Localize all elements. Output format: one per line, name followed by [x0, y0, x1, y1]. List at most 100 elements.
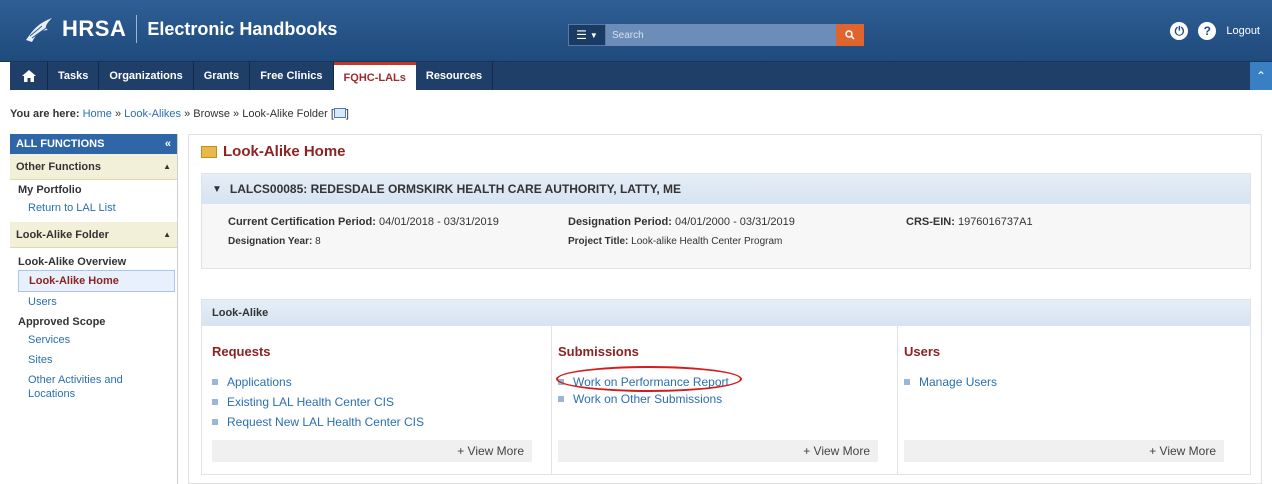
caret-up-icon: ▲ [163, 162, 171, 171]
cert-period: Current Certification Period: 04/01/2018… [228, 216, 499, 228]
list-item[interactable]: Manage Users [904, 372, 997, 392]
list-item[interactable]: Existing LAL Health Center CIS [212, 392, 424, 412]
cert-period-label: Current Certification Period: [228, 216, 376, 228]
crs-ein: CRS-EIN: 1976016737A1 [906, 216, 1033, 228]
requests-column: Requests Applications Existing LAL Healt… [202, 326, 552, 474]
requests-title: Requests [212, 344, 271, 359]
nav-free-clinics[interactable]: Free Clinics [250, 62, 334, 90]
breadcrumb-home[interactable]: Home [83, 108, 112, 120]
link-request-new-cis[interactable]: Request New LAL Health Center CIS [227, 415, 424, 429]
breadcrumb-lookalikes[interactable]: Look-Alikes [124, 108, 181, 120]
folder-icon [201, 145, 217, 158]
designation-period-label: Designation Period: [568, 216, 672, 228]
designation-year-value: 8 [315, 236, 321, 247]
nav-tasks[interactable]: Tasks [48, 62, 100, 90]
nav-grants[interactable]: Grants [194, 62, 251, 90]
sidebar-section-other-functions[interactable]: Other Functions ▲ [10, 154, 177, 180]
lookalike-panel-header: Look-Alike [202, 300, 1250, 326]
requests-view-more-button[interactable]: + View More [212, 440, 532, 462]
organization-panel: ▼ LALCS00085: REDESDALE ORMSKIRK HEALTH … [201, 173, 1251, 269]
sidebar-item-other-activities[interactable]: Other Activities and Locations [10, 370, 177, 404]
nav-fqhc-lals[interactable]: FQHC-LALs [333, 62, 416, 90]
breadcrumb-folder: Look-Alike Folder [242, 108, 328, 120]
bullet-icon [212, 379, 218, 385]
logout-link[interactable]: Logout [1226, 25, 1260, 37]
sidebar-section-lal-folder[interactable]: Look-Alike Folder ▲ [10, 222, 177, 248]
sidebar-item-return-to-lal-list[interactable]: Return to LAL List [10, 198, 177, 218]
organization-title: LALCS00085: REDESDALE ORMSKIRK HEALTH CA… [229, 182, 682, 196]
sidebar-group-my-portfolio: My Portfolio [18, 184, 82, 196]
page-title: Look-Alike Home [201, 143, 346, 160]
sidebar-item-sites[interactable]: Sites [10, 350, 177, 370]
help-icon[interactable]: ? [1198, 22, 1217, 40]
breadcrumb-browse: Browse [193, 108, 230, 120]
project-title: Project Title: Look-alike Health Center … [568, 236, 782, 247]
main-content: Look-Alike Home ▼ LALCS00085: REDESDALE … [188, 134, 1262, 484]
triangle-down-icon: ▼ [212, 183, 222, 195]
sidebar-item-lookalike-home[interactable]: Look-Alike Home [18, 270, 175, 292]
highlight-annotation [556, 366, 742, 392]
bullet-icon [904, 379, 910, 385]
app-title: Electronic Handbooks [147, 18, 338, 39]
nav-resources[interactable]: Resources [416, 62, 494, 90]
breadcrumb: You are here: Home » Look-Alikes » Brows… [10, 108, 349, 120]
users-column: Users Manage Users + View More [894, 326, 1244, 474]
project-title-label: Project Title: [568, 236, 629, 247]
requests-list: Applications Existing LAL Health Center … [212, 372, 424, 432]
submissions-view-more-button[interactable]: + View More [558, 440, 878, 462]
crs-ein-value: 1976016737A1 [957, 216, 1033, 228]
collapse-left-icon[interactable]: « [165, 138, 171, 150]
sidebar-item-users[interactable]: Users [10, 292, 177, 312]
top-header: HRSA Electronic Handbooks ☰ ▼ ⏻ ? Logout [0, 0, 1272, 62]
nav-collapse-button[interactable]: ⌃ [1250, 62, 1272, 90]
hamburger-icon: ☰ [576, 28, 587, 42]
home-icon [21, 70, 36, 82]
submissions-column: Submissions Work on Performance Report W… [548, 326, 898, 474]
eagle-logo-icon [26, 18, 52, 42]
link-applications[interactable]: Applications [227, 375, 292, 389]
list-item[interactable]: Applications [212, 372, 424, 392]
sidebar-group-overview: Look-Alike Overview [18, 256, 127, 268]
designation-year: Designation Year: 8 [228, 236, 321, 247]
sidebar-section-label: Other Functions [16, 160, 101, 173]
users-view-more-button[interactable]: + View More [904, 440, 1224, 462]
list-item[interactable]: Work on Other Submissions [558, 392, 729, 406]
organization-panel-header[interactable]: ▼ LALCS00085: REDESDALE ORMSKIRK HEALTH … [202, 174, 1250, 204]
lookalike-panel: Look-Alike Requests Applications Existin… [201, 299, 1251, 475]
link-existing-cis[interactable]: Existing LAL Health Center CIS [227, 395, 394, 409]
cert-period-value: 04/01/2018 - 03/31/2019 [378, 216, 499, 228]
project-title-value: Look-alike Health Center Program [631, 236, 783, 247]
users-list: Manage Users [904, 372, 997, 392]
crs-ein-label: CRS-EIN: [906, 216, 955, 228]
designation-period: Designation Period: 04/01/2000 - 03/31/2… [568, 216, 795, 228]
search-input[interactable] [606, 24, 836, 46]
link-manage-users[interactable]: Manage Users [919, 375, 997, 389]
designation-period-value: 04/01/2000 - 03/31/2019 [674, 216, 795, 228]
hrsa-logo[interactable]: HRSA Electronic Handbooks [22, 12, 337, 46]
folder-details-icon[interactable] [333, 108, 346, 118]
sidebar-section-label: Look-Alike Folder [16, 228, 109, 241]
chevron-up-icon: ⌃ [1255, 69, 1267, 83]
nav-home-button[interactable] [10, 62, 48, 90]
users-title: Users [904, 344, 941, 359]
sidebar-item-services[interactable]: Services [10, 330, 177, 350]
sidebar-group-approved-scope: Approved Scope [18, 316, 106, 328]
list-item[interactable]: Request New LAL Health Center CIS [212, 412, 424, 432]
submissions-title: Submissions [558, 344, 639, 359]
search-icon [845, 30, 855, 40]
main-nav: Tasks Organizations Grants Free Clinics … [10, 62, 1272, 90]
breadcrumb-prefix: You are here: [10, 108, 80, 120]
bullet-icon [558, 395, 564, 402]
logo-text: HRSA [62, 16, 127, 41]
link-work-on-other-submissions[interactable]: Work on Other Submissions [573, 392, 722, 406]
bullet-icon [212, 419, 218, 425]
chevron-down-icon: ▼ [589, 30, 598, 40]
user-profile-icon[interactable]: ⏻ [1170, 22, 1189, 40]
search-button[interactable] [836, 24, 864, 46]
search-menu-button[interactable]: ☰ ▼ [568, 24, 606, 46]
sidebar-header: ALL FUNCTIONS « [10, 134, 177, 154]
sidebar-header-label: ALL FUNCTIONS [16, 138, 105, 150]
logo-divider [136, 15, 138, 43]
nav-organizations[interactable]: Organizations [99, 62, 194, 90]
bullet-icon [212, 399, 218, 405]
